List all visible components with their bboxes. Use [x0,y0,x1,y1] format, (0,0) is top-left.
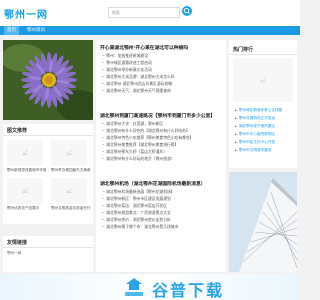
download-banner[interactable] [0,274,300,300]
image-text-panel: 图文推荐 鄂州新视觉改善城市环境 鄂州举办第四届东方美食节 鄂州优质农产品展示 … [3,124,93,224]
image-placeholder-icon [260,77,266,82]
image-placeholder-icon [66,188,72,193]
friend-links-title: 友情链接 [7,240,28,246]
list-item[interactable]: 湖北鄂州天气：湖北鄂州天气预报查询 [102,88,171,94]
nav-item-news[interactable]: 鄂州资讯 [24,26,48,35]
thumb-caption[interactable]: 鄂州新视觉改善城市环境 [7,168,47,173]
friend-link[interactable]: 鄂州一网 [7,251,47,256]
download-logo-icon [125,278,143,296]
list-item[interactable]: 湖北鄂州举办新春文化活动 [102,67,152,73]
divider [3,247,93,248]
hot-item[interactable]: 鄂州市中心医院新院区 [235,132,275,137]
thumb-2[interactable] [51,140,87,166]
friend-links-panel: 友情链接 鄂州一网 [3,236,93,272]
search-icon [183,7,190,14]
list-item[interactable]: 湖北鄂州鄂东大桥（葛店大桥通车） [102,149,167,155]
hot-item[interactable]: 鄂州市文明城市建设 [235,148,271,153]
thumb-caption[interactable]: 鄂州文明旅游志愿者在行动 [51,206,91,211]
search-input[interactable]: 搜索 [108,7,180,18]
nav-item-home[interactable]: 首页 [4,26,19,35]
list-item[interactable]: 湖北鄂州属于哪个市：湖北鄂州是几线城市 [102,224,178,230]
list-item[interactable]: 鄂州城区道路改造工程启动 [102,60,152,66]
thumb-1[interactable] [7,140,43,166]
main-nav: 首页 鄂州资讯 [0,26,300,35]
list-item[interactable]: 湖北鄂州大学：红莲湖，鄂州新区 [102,121,163,127]
hot-item[interactable]: 鄂州城区新增多条公交线路 [235,108,282,113]
list-item[interactable]: 湖北鄂州房价：湖北鄂州房价走势分析 [102,217,171,223]
thumb-caption[interactable]: 鄂州优质农产品展示 [7,206,47,211]
list-item[interactable]: 湖北鄂州有什么好吃的【湖北鄂州有什么好吃的】 [102,128,190,134]
hot-ranking-title: 热门排行 [233,47,254,53]
list-item[interactable]: 湖北鄂州旅游景点：广西旅游景点大全 [102,210,171,216]
thumb-caption[interactable]: 鄂州举办第四届东方美食节 [51,168,91,173]
hot-item[interactable]: 湖北鄂州梁子湖风景区 [235,124,275,129]
hero-flower-image[interactable] [3,40,93,120]
article-title[interactable]: 湖北鄂州到厦门高速路况【鄂州市到厦门市多少公里】 [100,112,215,119]
article-title[interactable]: 开心果湖北鄂州·开心果在湖北可以种植吗 [100,44,188,51]
search-button[interactable] [182,6,192,16]
site-header: 鄂州一网 搜索 [0,0,300,26]
divider [3,135,93,136]
list-item[interactable]: 湖北鄂州有什么好玩的地方（鄂州旅游） [102,156,174,162]
list-item[interactable]: 湖北鄂州葛店：湖北鄂州葛店开发区 [102,203,167,209]
thumb-4[interactable] [51,178,87,204]
image-placeholder-icon [66,150,72,155]
article-title[interactable]: 湖北鄂州机场（湖北鄂州花湖国际机场最新消息） [100,180,206,187]
article-list: 开心果湖北鄂州·开心果在湖北可以种植吗 鄂州：加快推进新城建设 鄂州城区道路改造… [96,40,226,272]
image-placeholder-icon [22,188,28,193]
image-placeholder-icon [22,150,28,155]
divider [229,54,297,55]
list-item[interactable]: 湖北鄂州机场最新进展【鄂州花湖机场】 [102,189,174,195]
hot-ranking-panel: 热门排行 鄂州城区新增多条公交线路 鄂州花湖机场正式投运 湖北鄂州梁子湖风景区 … [229,40,297,168]
image-text-title: 图文推荐 [7,128,28,134]
building-image[interactable] [229,172,297,272]
list-item[interactable]: 湖北鄂州新区：鄂州市区建设发展规划 [102,196,171,202]
list-item[interactable]: 湖北鄂州大米品牌：湖北鄂州大米怎么样 [102,74,174,80]
site-logo[interactable]: 鄂州一网 [4,6,48,21]
list-item[interactable]: 湖北鄂州特色小吃推荐【鄂州美食特色小吃有哪些】 [102,135,193,141]
thumb-3[interactable] [7,178,43,204]
hot-item[interactable]: 鄂州花湖机场正式投运 [235,116,275,121]
hot-thumb[interactable] [233,58,293,102]
list-item[interactable]: 湖北鄂州·湖北鄂州西山风景区游玩攻略 [102,81,172,87]
list-item[interactable]: 鄂州：加快推进新城建设 [102,53,148,59]
list-item[interactable]: 湖北鄂州美食推荐【湖北鄂州美食排行榜】 [102,142,178,148]
download-banner-text[interactable]: 谷普下载 [152,277,224,300]
hot-item[interactable]: 鄂州市民文化中心开放 [235,140,275,145]
page: 鄂州一网 搜索 首页 鄂州资讯 图文推荐 鄂州新视觉改善城市环境 鄂州举办第四届… [0,0,300,300]
